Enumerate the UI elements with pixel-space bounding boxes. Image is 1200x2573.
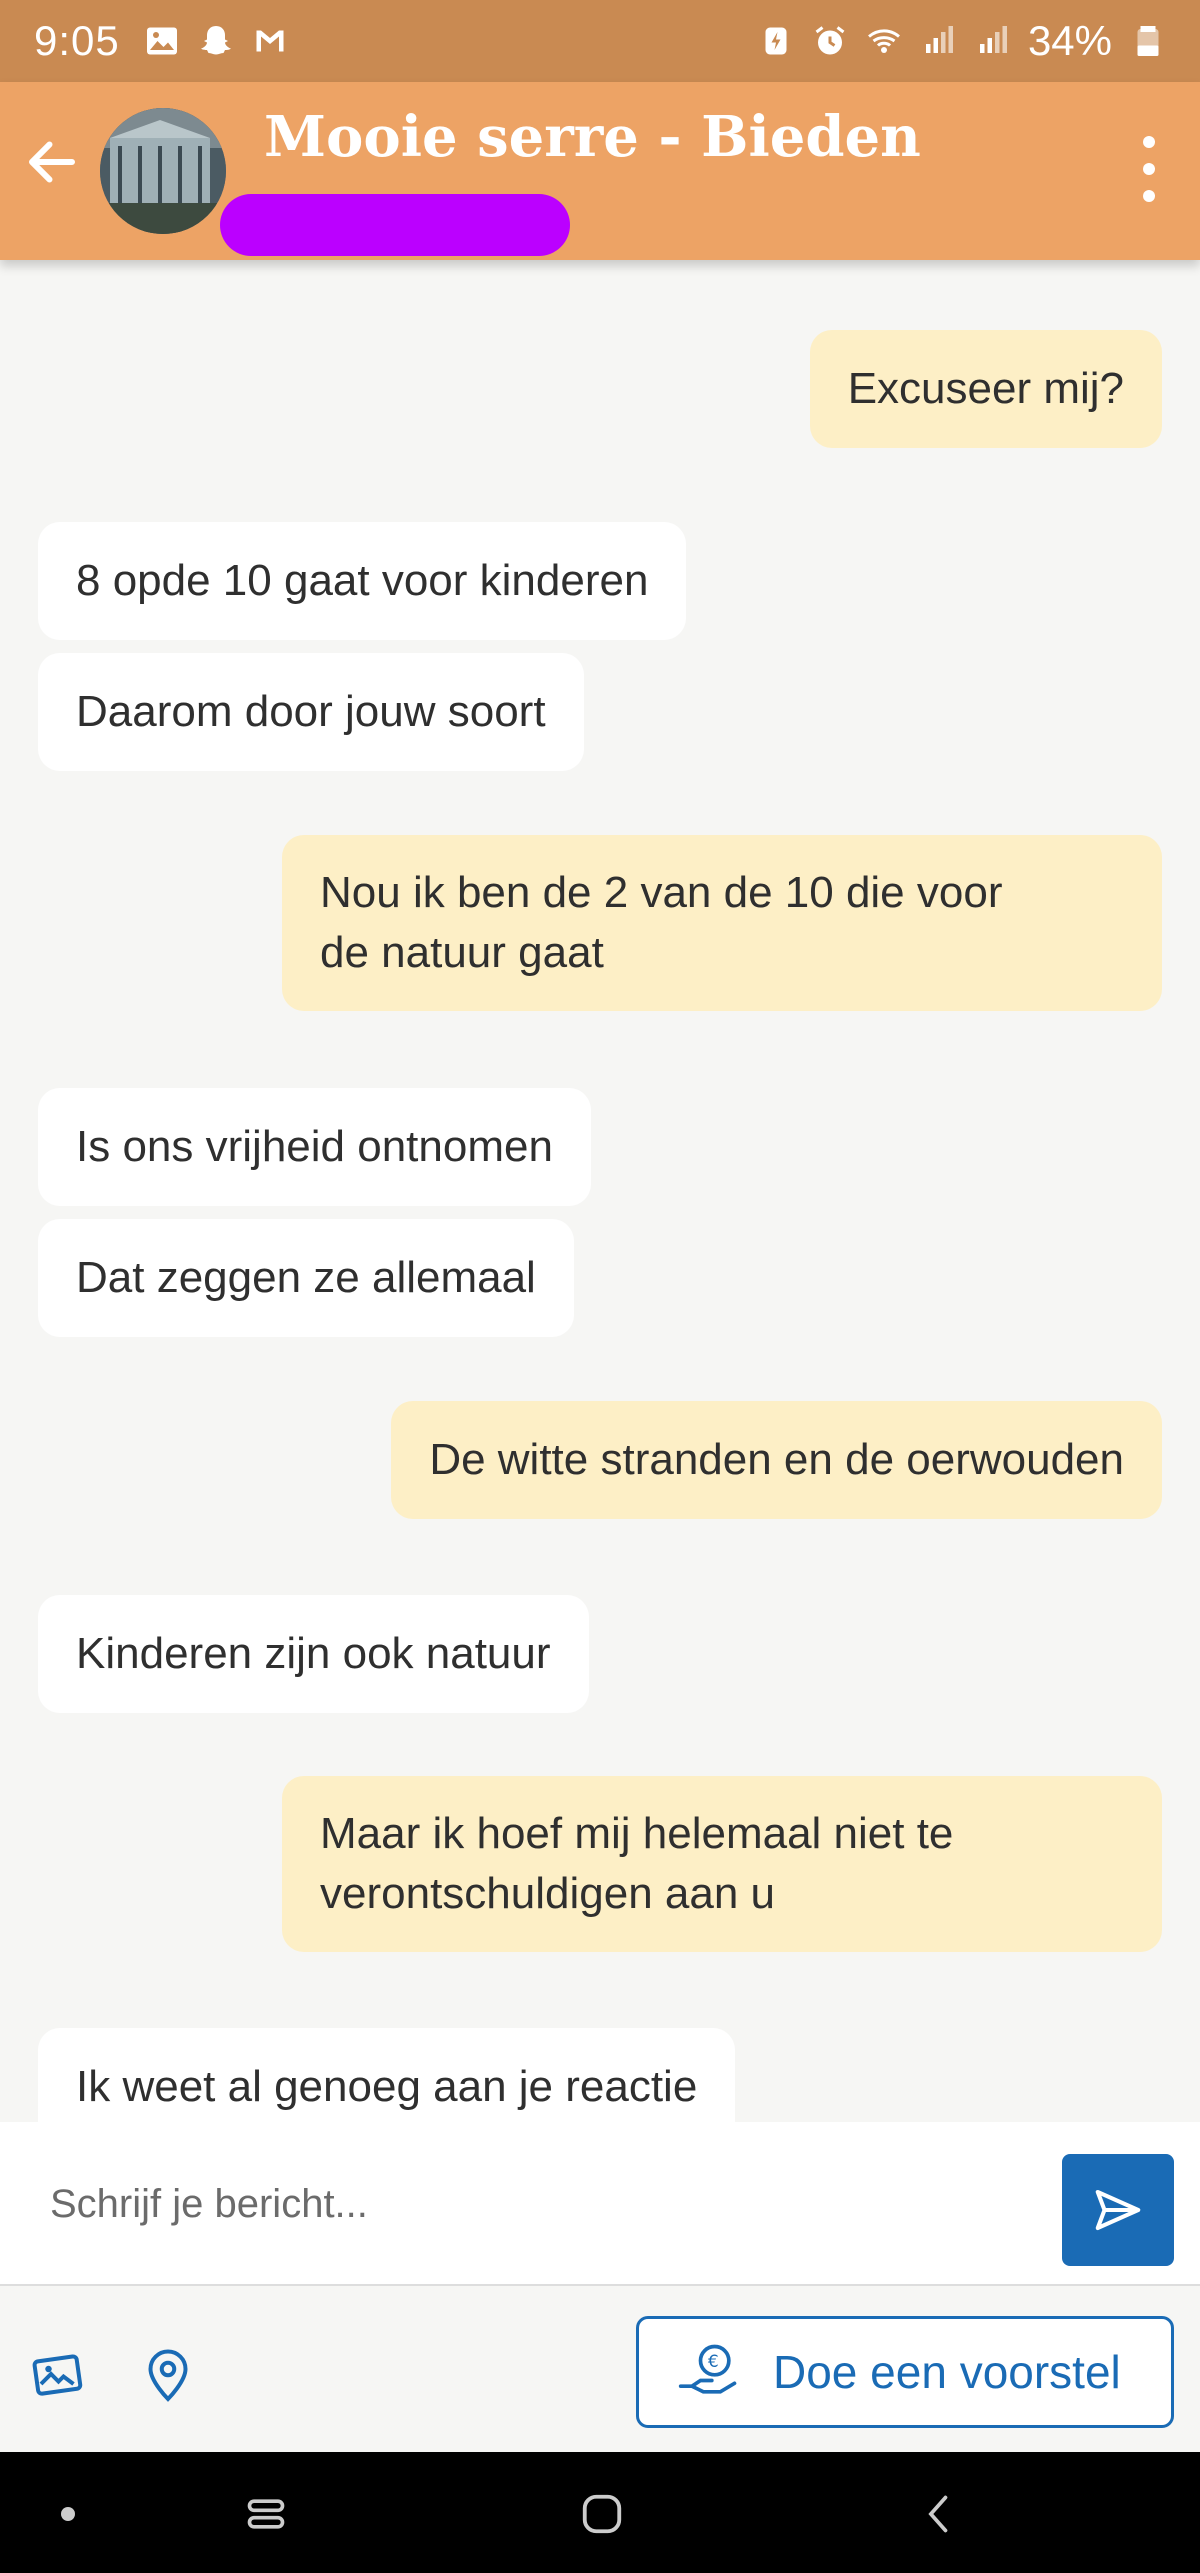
message-text: Kinderen zijn ook natuur: [76, 1629, 551, 1678]
message-bubble-out: Excuseer mij?: [809, 330, 1162, 448]
battery-percent: 34%: [1027, 17, 1112, 64]
message-input[interactable]: [50, 2167, 1010, 2241]
composer-actions: € Doe een voorstel: [0, 2288, 1200, 2452]
make-offer-label: Doe een voorstel: [773, 2346, 1121, 2398]
chat-header: Mooie serre - Bieden: [0, 82, 1200, 260]
back-nav-icon[interactable]: [912, 2486, 968, 2542]
wifi-icon: [867, 29, 900, 53]
redacted-subtitle: [220, 194, 570, 256]
greenhouse-photo: [100, 108, 226, 234]
send-button[interactable]: [1062, 2154, 1174, 2266]
more-options-icon[interactable]: [1138, 136, 1160, 202]
signal-icon-2: [979, 26, 1007, 53]
location-pin-icon[interactable]: [138, 2344, 198, 2404]
back-arrow-icon[interactable]: [22, 132, 82, 192]
message-list[interactable]: Excuseer mij? 8 opde 10 gaat voor kinder…: [0, 260, 1200, 2122]
message-bubble-in: Daarom door jouw soort: [38, 653, 584, 771]
message-bubble-in: Is ons vrijheid ontnomen: [38, 1088, 591, 1206]
send-icon: [1095, 2189, 1141, 2231]
message-bubble-in: Kinderen zijn ook natuur: [38, 1595, 589, 1713]
message-bubble-in: 8 opde 10 gaat voor kinderen: [38, 522, 687, 640]
system-navigation-bar: [0, 2452, 1200, 2573]
message-composer: [0, 2122, 1200, 2286]
message-text-line: Maar ik hoef mij helemaal niet te: [320, 1809, 954, 1858]
gmail-icon: [256, 30, 284, 52]
message-bubble-in: Dat zeggen ze allemaal: [38, 1219, 574, 1337]
message-bubble-out: Maar ik hoef mij helemaal niet te veront…: [282, 1776, 1162, 1952]
recent-apps-icon[interactable]: [238, 2486, 294, 2542]
notification-icons: [144, 23, 288, 59]
message-text: Daarom door jouw soort: [76, 687, 546, 736]
status-time: 9:05: [34, 17, 120, 64]
message-bubble-out: Nou ik ben de 2 van de 10 die voor de na…: [282, 835, 1162, 1011]
message-text: De witte stranden en de oerwouden: [429, 1435, 1124, 1484]
alarm-icon: [815, 26, 845, 55]
message-text-line: de natuur gaat: [320, 928, 604, 977]
message-text: 8 opde 10 gaat voor kinderen: [76, 556, 649, 605]
message-text: Is ons vrijheid ontnomen: [76, 1122, 553, 1171]
message-text: Dat zeggen ze allemaal: [76, 1253, 536, 1302]
message-text: Ik weet al genoeg aan je reactie: [76, 2062, 698, 2111]
message-text: Excuseer mij?: [847, 364, 1124, 413]
hand-euro-icon: €: [678, 2344, 737, 2394]
message-text-line: verontschuldigen aan u: [320, 1869, 775, 1918]
listing-avatar[interactable]: [100, 108, 226, 234]
home-icon[interactable]: [574, 2486, 630, 2542]
message-text-line: Nou ik ben de 2 van de 10 die voor: [320, 868, 1003, 917]
message-bubble-in: Ik weet al genoeg aan je reactie: [38, 2028, 736, 2122]
battery-saver-icon: [765, 27, 787, 55]
chat-title: Mooie serre - Bieden: [264, 104, 921, 170]
battery-icon: [1137, 26, 1159, 56]
add-photo-icon[interactable]: [26, 2344, 86, 2404]
nav-dot-icon: [40, 2486, 96, 2542]
status-bar: 9:05 34%: [0, 0, 1200, 82]
snapchat-icon: [200, 26, 231, 55]
svg-text:€: €: [708, 2352, 719, 2372]
gallery-icon: [146, 27, 177, 55]
signal-icon-1: [925, 26, 953, 53]
message-bubble-out: De witte stranden en de oerwouden: [391, 1401, 1162, 1519]
system-indicators: 34%: [758, 17, 1166, 65]
make-offer-button[interactable]: € Doe een voorstel: [636, 2316, 1174, 2428]
